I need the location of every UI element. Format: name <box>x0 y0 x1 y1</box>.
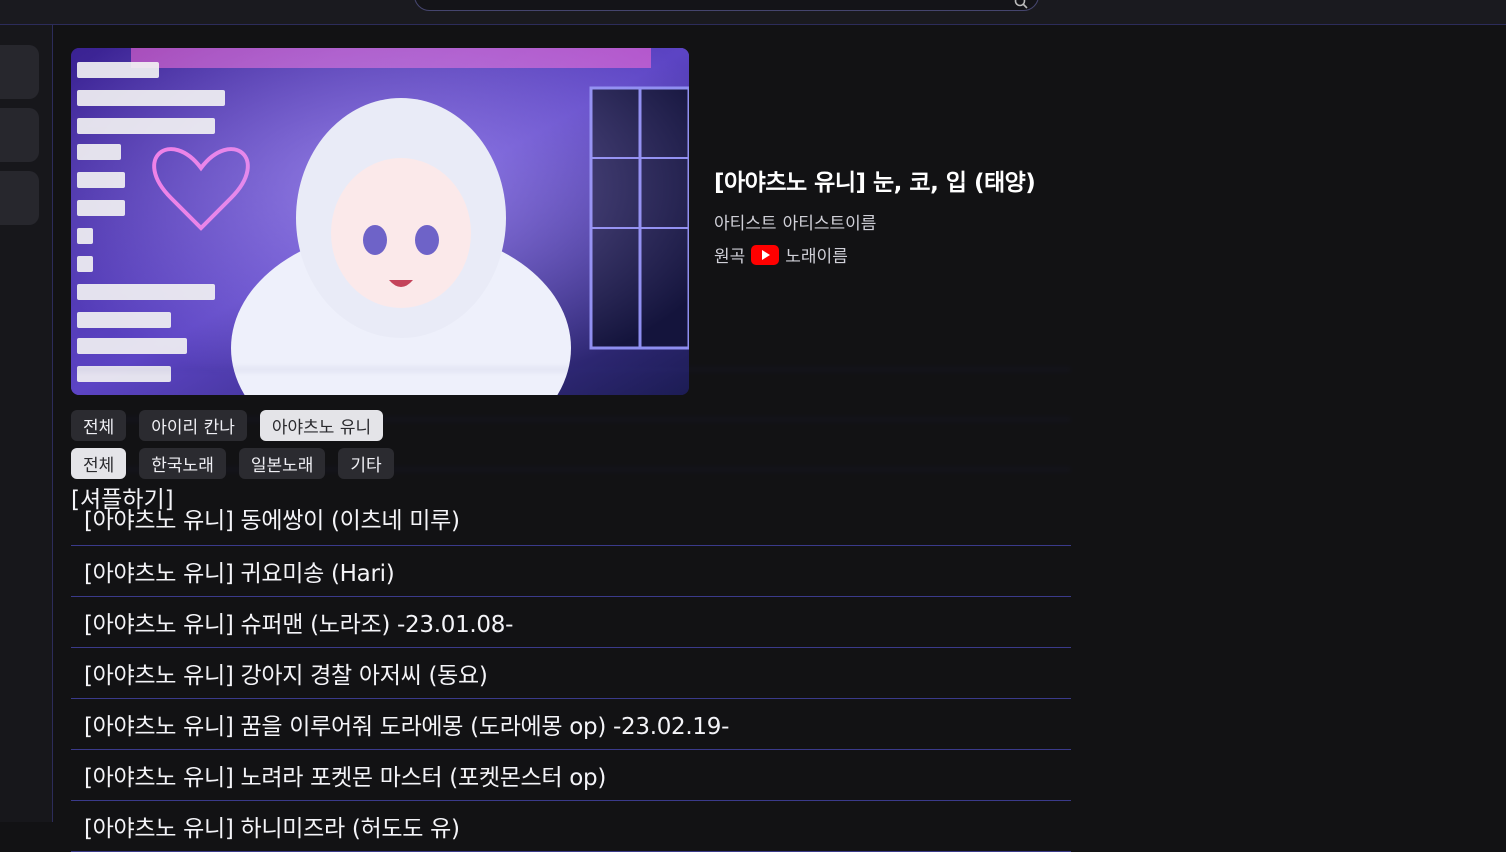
list-item[interactable]: [아야츠노 유니] 귀요미송 (Hari) <box>71 546 1071 597</box>
sidebar <box>0 25 53 822</box>
chip-singer-yuni[interactable]: 아야츠노 유니 <box>259 410 384 441</box>
sidebar-button-1[interactable] <box>0 45 39 99</box>
search-input[interactable] <box>414 0 1039 11</box>
sidebar-button-3[interactable] <box>0 171 39 225</box>
song-name: 노래이름 <box>785 247 848 267</box>
chip-genre-all[interactable]: 전체 <box>71 448 127 479</box>
song-info: [아야츠노 유니] 눈, 코, 입 (태양) 아티스트 아티스트이름 원곡 노래… <box>714 163 1036 267</box>
list-item[interactable]: [아야츠노 유니] 강아지 경찰 아저씨 (동요) <box>71 648 1071 699</box>
song-title: [아야츠노 유니] 눈, 코, 입 (태양) <box>714 170 1036 196</box>
chip-singer-all[interactable]: 전체 <box>71 410 127 441</box>
list-item[interactable]: [아야츠노 유니] 꿈을 이루어줘 도라에몽 (도라에몽 op) -23.02.… <box>71 699 1071 750</box>
chip-genre-japanese[interactable]: 일본노래 <box>238 448 326 479</box>
original-label: 원곡 <box>714 247 746 267</box>
sidebar-button-2[interactable] <box>0 108 39 162</box>
list-item[interactable]: [아야츠노 유니] 노려라 포켓몬 마스터 (포켓몬스터 op) <box>71 750 1071 801</box>
song-list: [아야츠노 유니] 동에쌍이 (이츠네 미루) [아야츠노 유니] 귀요미송 (… <box>71 495 1071 852</box>
top-bar <box>0 0 1506 25</box>
genre-filter: 전체 한국노래 일본노래 기타 <box>71 448 394 479</box>
chip-genre-korean[interactable]: 한국노래 <box>139 448 226 479</box>
artist-name: 아티스트이름 <box>782 214 877 234</box>
artist-label: 아티스트 <box>714 214 777 234</box>
chip-singer-kanna[interactable]: 아이리 칸나 <box>139 410 247 441</box>
list-item[interactable]: [아야츠노 유니] 동에쌍이 (이츠네 미루) <box>71 495 1071 546</box>
search-icon[interactable] <box>1014 0 1028 9</box>
singer-filter: 전체 아이리 칸나 아야츠노 유니 <box>71 410 384 441</box>
shuffle-button[interactable]: [셔플하기] <box>71 480 174 514</box>
youtube-icon[interactable] <box>751 244 780 265</box>
list-item[interactable]: [아야츠노 유니] 슈퍼맨 (노라조) -23.01.08- <box>71 597 1071 648</box>
list-item[interactable]: [아야츠노 유니] 하니미즈라 (허도도 유) <box>71 801 1071 852</box>
chip-genre-other[interactable]: 기타 <box>338 448 394 479</box>
original-line: 원곡 노래이름 <box>714 242 1035 267</box>
artist-line: 아티스트 아티스트이름 <box>714 209 1035 234</box>
